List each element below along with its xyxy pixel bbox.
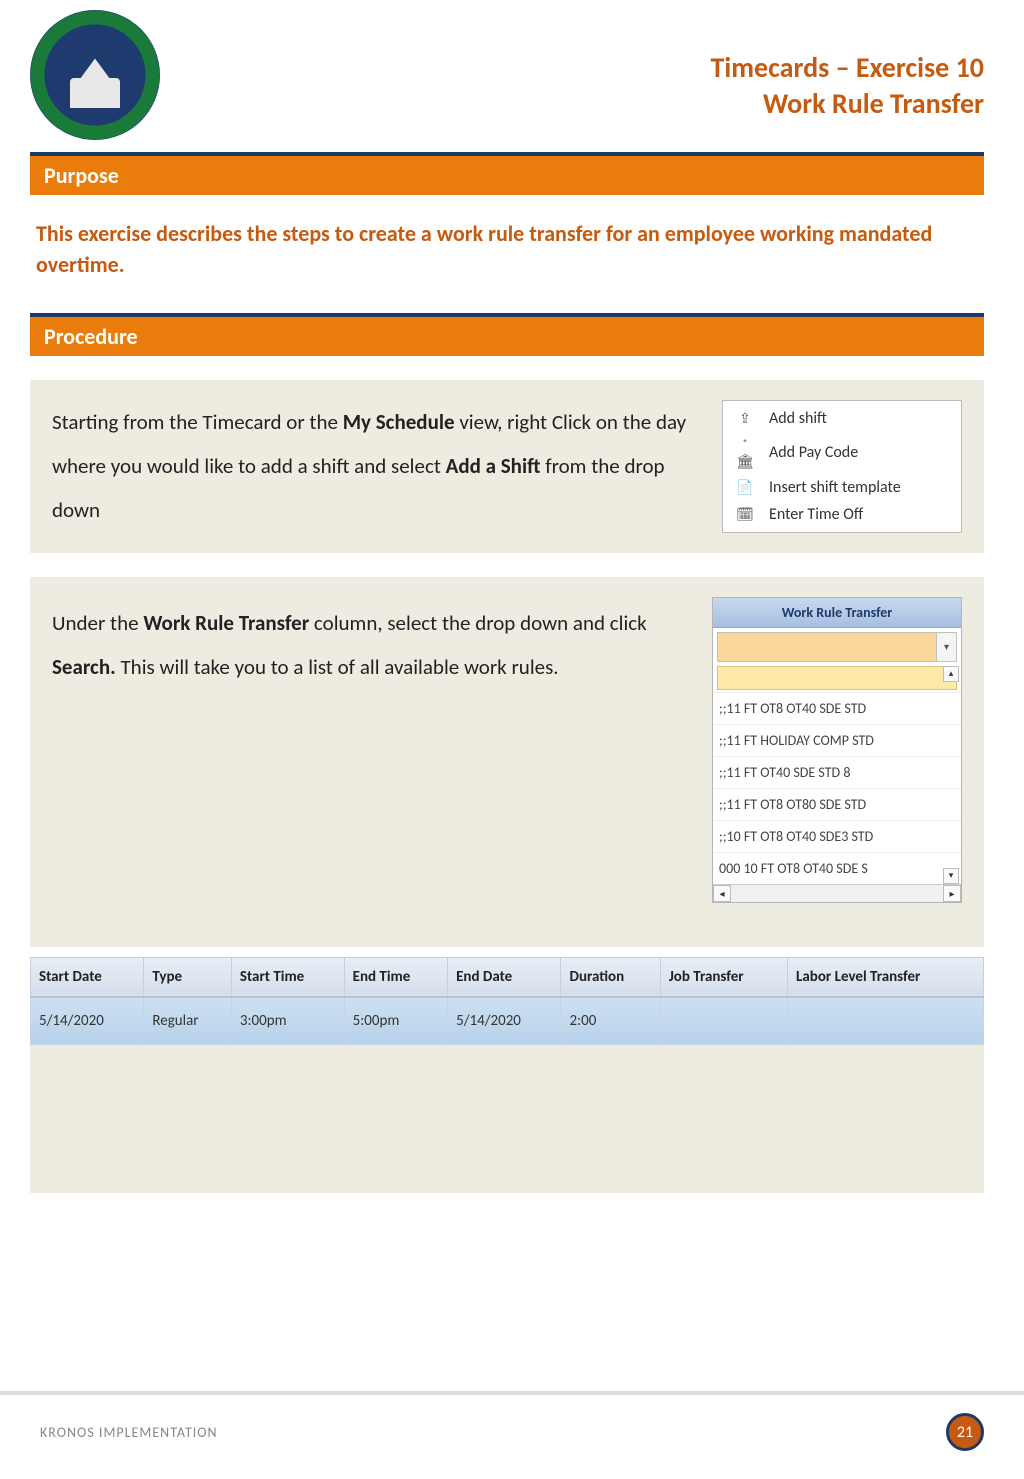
title-line-2: Work Rule Transfer [711, 86, 984, 122]
cell-end-time[interactable]: 5:00pm [344, 997, 447, 1045]
procedure-step-1: Starting from the Timecard or the My Sch… [30, 380, 984, 553]
dropdown-value [718, 633, 936, 661]
cell-end-date[interactable]: 5/14/2020 [448, 997, 561, 1045]
dropdown-search-field[interactable] [717, 666, 957, 690]
document-title: Timecards – Exercise 10 Work Rule Transf… [711, 50, 984, 123]
step-2-text: Under the Work Rule Transfer column, sel… [52, 597, 700, 689]
cell-start-time[interactable]: 3:00pm [231, 997, 344, 1045]
ct-das-seal [30, 10, 160, 140]
context-menu-label: Add shift [769, 409, 827, 428]
col-duration: Duration [561, 957, 660, 997]
cell-labor-level-transfer[interactable] [788, 997, 984, 1045]
col-end-time: End Time [344, 957, 447, 997]
title-line-1: Timecards – Exercise 10 [711, 50, 984, 86]
table-row[interactable]: 5/14/2020 Regular 3:00pm 5:00pm 5/14/202… [31, 997, 984, 1045]
dropdown-option[interactable]: ;;11 FT OT40 SDE STD 8 [713, 756, 961, 788]
col-start-time: Start Time [231, 957, 344, 997]
col-start-date: Start Date [31, 957, 144, 997]
dropdown-option[interactable]: ;;11 FT OT8 OT40 SDE STD [713, 692, 961, 724]
dropdown-option[interactable]: ;;11 FT OT8 OT80 SDE STD [713, 788, 961, 820]
step-1-text: Starting from the Timecard or the My Sch… [52, 400, 698, 532]
scroll-right-button[interactable]: ▸ [943, 885, 961, 902]
col-job-transfer: Job Transfer [660, 957, 787, 997]
horizontal-scrollbar[interactable]: ◂ ▸ [713, 884, 961, 902]
scroll-track[interactable] [731, 885, 943, 902]
col-labor-level-transfer: Labor Level Transfer [788, 957, 984, 997]
scroll-down-button[interactable]: ▾ [943, 868, 959, 884]
dropdown-option[interactable]: ;;11 FT HOLIDAY COMP STD [713, 724, 961, 756]
procedure-step-2: Under the Work Rule Transfer column, sel… [30, 577, 984, 947]
chevron-down-icon[interactable]: ▾ [936, 633, 956, 661]
page-footer: KRONOS IMPLEMENTATION 21 [0, 1391, 1024, 1479]
dropdown-select[interactable]: ▾ [717, 632, 957, 662]
shift-table: Start Date Type Start Time End Time End … [30, 957, 984, 1045]
cell-type[interactable]: Regular [144, 997, 232, 1045]
table-header-row: Start Date Type Start Time End Time End … [31, 957, 984, 997]
col-end-date: End Date [448, 957, 561, 997]
add-pay-code-icon: ⁺🏛 [735, 436, 755, 470]
context-menu-add-pay-code[interactable]: ⁺🏛 Add Pay Code [723, 432, 961, 474]
dropdown-option[interactable]: ;;10 FT OT8 OT40 SDE3 STD [713, 820, 961, 852]
scroll-left-button[interactable]: ◂ [713, 885, 731, 902]
purpose-text: This exercise describes the steps to cre… [0, 195, 1024, 301]
context-menu-label: Enter Time Off [769, 505, 863, 524]
dropdown-option[interactable]: 000 10 FT OT8 OT40 SDE S [713, 852, 961, 884]
dropdown-option-list: ;;11 FT OT8 OT40 SDE STD ;;11 FT HOLIDAY… [713, 692, 961, 884]
context-menu-enter-time-off[interactable]: 🗓 Enter Time Off [723, 501, 961, 528]
cell-start-date[interactable]: 5/14/2020 [31, 997, 144, 1045]
shift-table-container: Start Date Type Start Time End Time End … [30, 953, 984, 1193]
procedure-heading: Procedure [30, 313, 984, 356]
context-menu-insert-shift-template[interactable]: 📄 Insert shift template [723, 474, 961, 501]
add-shift-icon: ⇪ [735, 410, 755, 427]
context-menu: ⇪ Add shift ⁺🏛 Add Pay Code 📄 Insert shi… [722, 400, 962, 533]
work-rule-transfer-dropdown: Work Rule Transfer ▾ ▴ ▾ ;;11 FT OT8 OT4… [712, 597, 962, 903]
col-type: Type [144, 957, 232, 997]
cell-job-transfer[interactable] [660, 997, 787, 1045]
context-menu-label: Add Pay Code [769, 443, 858, 462]
scroll-up-button[interactable]: ▴ [943, 666, 959, 682]
purpose-heading: Purpose [30, 152, 984, 195]
insert-template-icon: 📄 [735, 479, 755, 496]
context-menu-label: Insert shift template [769, 478, 901, 497]
context-menu-add-shift[interactable]: ⇪ Add shift [723, 405, 961, 432]
cell-duration[interactable]: 2:00 [561, 997, 660, 1045]
footer-text: KRONOS IMPLEMENTATION [40, 1424, 218, 1441]
time-off-icon: 🗓 [735, 506, 755, 523]
page-number-badge: 21 [946, 1413, 984, 1451]
dropdown-header: Work Rule Transfer [713, 598, 961, 628]
